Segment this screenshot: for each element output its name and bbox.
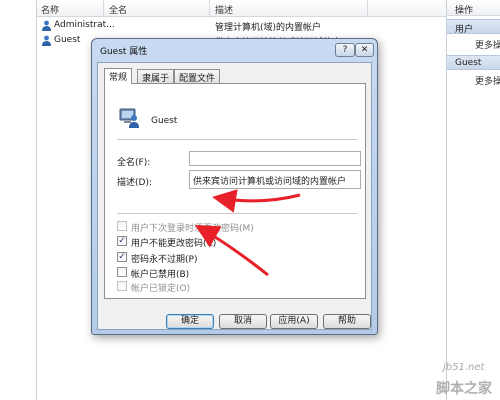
actions-section-title: 用户	[455, 25, 474, 35]
checkbox-label: 帐户已禁用(B)	[131, 270, 190, 280]
column-separator[interactable]	[103, 0, 104, 17]
actions-section-title: Guest	[455, 58, 482, 68]
ok-button[interactable]: 确定	[166, 314, 214, 329]
divider	[117, 139, 357, 140]
description-label: 描述(D):	[117, 178, 152, 188]
actions-header-label: 操作	[455, 6, 474, 16]
general-tab-panel: Guest 全名(F): 描述(D): 供来宾访问计算机或访问域的内置帐户 用户…	[104, 83, 366, 299]
actions-header: 操作	[447, 0, 500, 16]
checkbox-box[interactable]: ✓	[117, 236, 127, 246]
dialog-titlebar[interactable]: Guest 属性 ? ✕	[92, 39, 377, 61]
list-row-administrator[interactable]: Administrat... 管理计算机(域)的内置帐户	[37, 19, 446, 33]
more-actions-link[interactable]: 更多操...	[475, 38, 500, 51]
cancel-button[interactable]: 取消	[219, 314, 267, 329]
checkbox-label: 用户下次登录时须更改密码(M)	[131, 224, 254, 234]
help-button[interactable]: 帮助	[323, 314, 371, 329]
tab-general[interactable]: 常规	[104, 68, 133, 84]
dialog-title: Guest 属性	[100, 47, 148, 57]
column-separator[interactable]	[209, 0, 210, 17]
column-header-description[interactable]: 描述	[215, 3, 233, 16]
help-icon[interactable]: ?	[335, 43, 355, 57]
checkbox-box[interactable]	[117, 281, 127, 291]
checkbox-box[interactable]	[117, 221, 127, 231]
user-description: 管理计算机(域)的内置帐户	[215, 23, 322, 33]
column-separator[interactable]	[367, 0, 368, 17]
column-header-name[interactable]: 名称	[41, 3, 59, 16]
user-name: Administrat...	[54, 20, 115, 30]
more-actions-link[interactable]: 更多操...	[475, 74, 500, 87]
list-header: 名称 全名 描述	[37, 0, 446, 17]
fullname-input[interactable]	[189, 151, 361, 166]
checkbox-label: 帐户已锁定(O)	[131, 284, 191, 294]
description-input[interactable]: 供来宾访问计算机或访问域的内置帐户	[189, 170, 361, 189]
user-name: Guest	[54, 35, 81, 45]
tab-member-of[interactable]: 隶属于	[137, 69, 175, 84]
watermark-url: jb51.net	[443, 362, 485, 373]
checkbox-label: 用户不能更改密码(C)	[131, 239, 217, 249]
tab-profile[interactable]: 配置文件	[174, 69, 221, 84]
account-name: Guest	[151, 116, 178, 126]
column-header-fullname[interactable]: 全名	[109, 3, 127, 16]
fullname-label: 全名(F):	[117, 158, 151, 168]
site-watermark: jb51.net 脚本之家	[400, 336, 500, 400]
checkbox-box[interactable]	[117, 267, 127, 277]
user-account-icon	[119, 108, 139, 128]
actions-section-users[interactable]: 用户	[447, 19, 500, 35]
checkbox-box[interactable]: ✓	[117, 252, 127, 262]
user-icon	[42, 20, 51, 31]
console-tree-pane	[0, 0, 37, 400]
actions-section-guest[interactable]: Guest	[447, 55, 500, 70]
close-icon[interactable]: ✕	[355, 43, 374, 57]
dialog-body: 常规 隶属于 配置文件 Guest 全名(F): 描述(D): 供来宾访问计算机…	[97, 62, 372, 330]
guest-properties-dialog: Guest 属性 ? ✕ 常规 隶属于 配置文件 Guest 全名(F): 描述…	[91, 38, 378, 335]
checkbox-label: 密码永不过期(P)	[131, 255, 198, 265]
apply-button[interactable]: 应用(A)	[270, 314, 318, 329]
user-icon	[42, 35, 51, 46]
watermark-name: 脚本之家	[436, 381, 492, 397]
divider	[117, 213, 357, 214]
